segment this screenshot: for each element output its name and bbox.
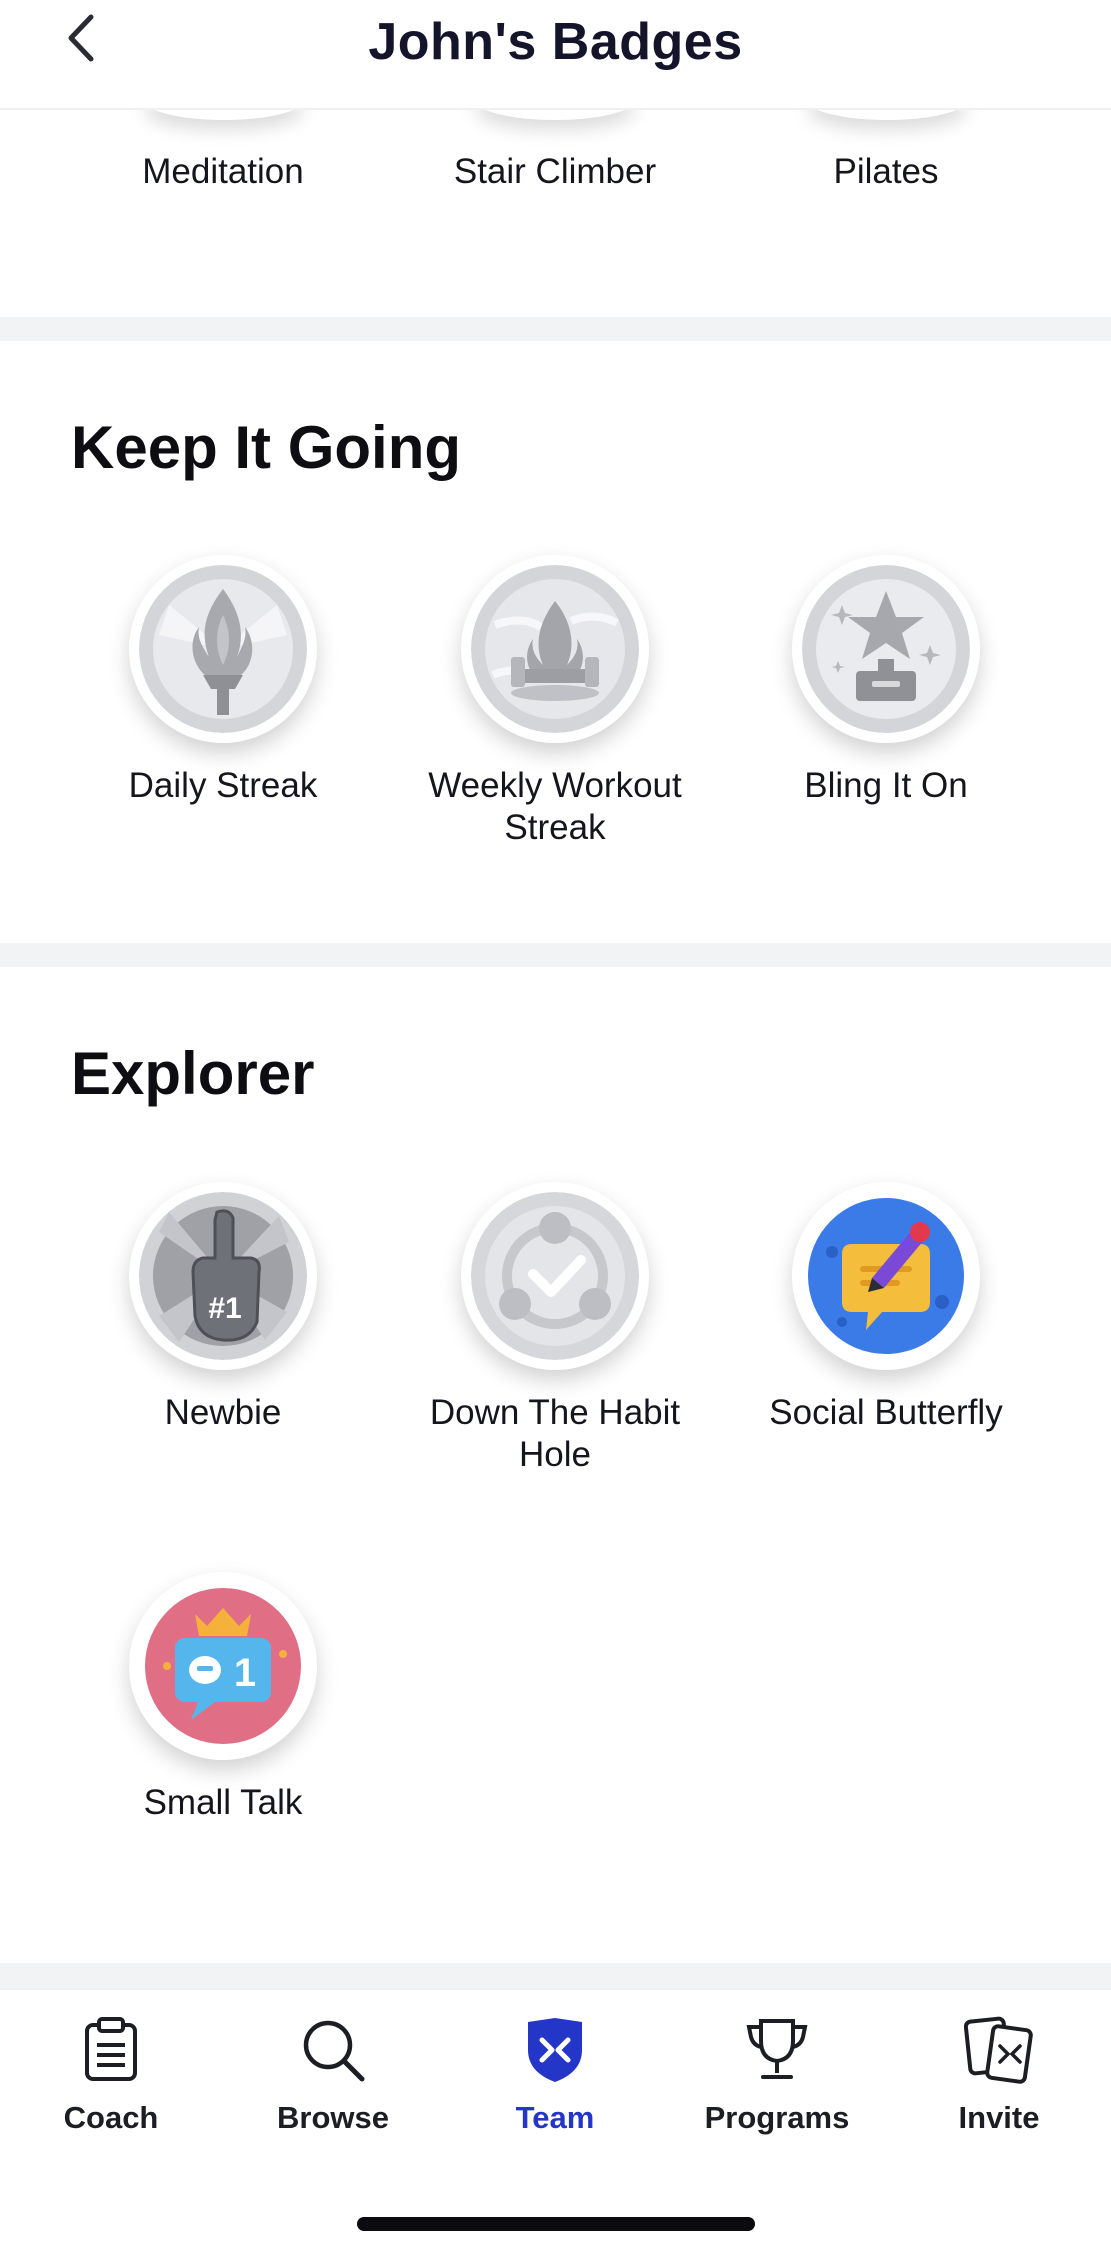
section-divider: [0, 317, 1111, 341]
tab-label: Browse: [277, 2100, 389, 2135]
section-explorer: Explorer #1 Newbie Down The Habit Hole S…: [0, 967, 1111, 1977]
home-indicator[interactable]: [357, 2217, 755, 2231]
shield-icon: [519, 2014, 591, 2086]
badge-medallion: 1: [129, 1572, 317, 1760]
badge-edge: [144, 110, 304, 120]
tab-invite[interactable]: Invite: [888, 2014, 1110, 2154]
tab-label: Coach: [63, 2100, 159, 2135]
tab-label: Invite: [958, 2100, 1040, 2135]
badge-down-the-habit-hole[interactable]: Down The Habit Hole: [389, 1182, 721, 1476]
badge-medallion: [792, 1182, 980, 1370]
badge-social-butterfly[interactable]: Social Butterfly: [720, 1182, 1052, 1434]
badge-edge: [807, 110, 967, 120]
badge-small-talk[interactable]: 1 Small Talk: [57, 1572, 389, 1824]
section-title: Explorer: [71, 1040, 315, 1107]
badge-medallion: [461, 1182, 649, 1370]
section-divider: [0, 1963, 1111, 1990]
badge-medallion: #1: [129, 1182, 317, 1370]
tab-label: Programs: [704, 2100, 850, 2135]
badge-medallion: [461, 555, 649, 743]
star-trophy-icon: [802, 565, 970, 733]
badge-daily-streak[interactable]: Daily Streak: [57, 555, 389, 807]
badge-label: Bling It On: [804, 766, 968, 805]
badge-weekly-workout-streak[interactable]: Weekly Workout Streak: [389, 555, 721, 849]
cards-icon: [963, 2014, 1035, 2086]
foam-finger-icon: #1: [139, 1192, 307, 1360]
badges-screen: John's Badges Meditation Stair Climber P…: [0, 0, 1111, 2255]
tab-programs[interactable]: Programs: [666, 2014, 888, 2154]
badge-label[interactable]: Meditation: [57, 152, 389, 192]
badge-label[interactable]: Pilates: [720, 152, 1052, 192]
tab-label: Team: [515, 2100, 595, 2135]
badges-scroll-area[interactable]: Meditation Stair Climber Pilates Keep It…: [0, 110, 1111, 1990]
habit-cycle-icon: [471, 1192, 639, 1360]
header-bar: John's Badges: [0, 0, 1111, 110]
tab-browse[interactable]: Browse: [222, 2014, 444, 2154]
chat-crown-icon: 1: [139, 1582, 307, 1750]
section-title: Keep It Going: [71, 414, 461, 481]
badge-label: Newbie: [164, 1393, 282, 1432]
badge-label: Small Talk: [143, 1783, 303, 1822]
search-icon: [297, 2014, 369, 2086]
badge-newbie[interactable]: #1 Newbie: [57, 1182, 389, 1434]
tab-team[interactable]: Team: [444, 2014, 666, 2154]
badge-label: Down The Habit Hole: [429, 1393, 681, 1474]
badge-label: Weekly Workout Streak: [428, 766, 682, 847]
badge-bling-it-on[interactable]: Bling It On: [720, 555, 1052, 807]
campfire-icon: [471, 565, 639, 733]
section-keep-it-going: Keep It Going Daily Streak Weekly Workou…: [0, 341, 1111, 943]
page-title: John's Badges: [368, 13, 743, 71]
badge-medallion: [129, 555, 317, 743]
badge-label: Daily Streak: [128, 766, 318, 805]
badge-medallion: [792, 555, 980, 743]
badge-label[interactable]: Stair Climber: [389, 152, 721, 192]
svg-text:1: 1: [234, 1651, 256, 1695]
section-divider: [0, 943, 1111, 967]
clipboard-icon: [75, 2014, 147, 2086]
badge-label: Social Butterfly: [769, 1393, 1003, 1432]
torch-icon: [139, 565, 307, 733]
pen-note-icon: [802, 1192, 970, 1360]
trophy-icon: [741, 2014, 813, 2086]
previous-badge-row: Meditation Stair Climber Pilates: [0, 110, 1111, 317]
tab-coach[interactable]: Coach: [0, 2014, 222, 2154]
bottom-tab-bar: Coach Browse Team Programs Invite: [0, 1988, 1111, 2255]
svg-text:#1: #1: [208, 1292, 241, 1325]
badge-edge: [475, 110, 635, 120]
